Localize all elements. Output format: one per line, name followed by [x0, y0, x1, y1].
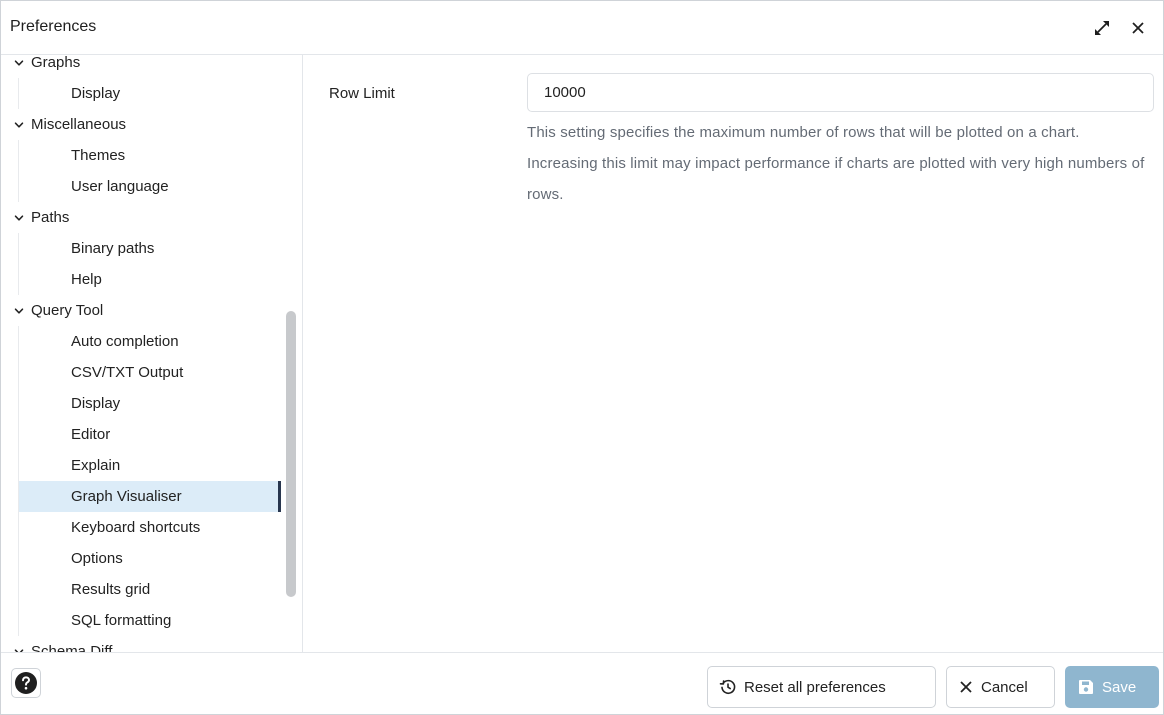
sidebar-item-10[interactable]: CSV/TXT Output [18, 357, 281, 388]
cancel-button-label: Cancel [981, 678, 1028, 696]
sidebar-group-5[interactable]: Paths [1, 202, 281, 233]
chevron-down-icon[interactable] [12, 109, 26, 140]
sidebar-item-4[interactable]: User language [18, 171, 281, 202]
sidebar-group-2[interactable]: Miscellaneous [1, 109, 281, 140]
sidebar-item-label: Keyboard shortcuts [71, 519, 201, 536]
sidebar-item-label: Help [71, 271, 102, 288]
preferences-dialog: Preferences Graphs Display Miscellaneous Th… [0, 0, 1164, 715]
sidebar-item-label: Binary paths [71, 240, 155, 257]
sidebar-group-19[interactable]: Schema Diff [1, 636, 281, 652]
close-button[interactable] [1125, 15, 1151, 41]
sidebar-scrollbar[interactable] [286, 311, 296, 597]
row-limit-label: Row Limit [329, 85, 395, 102]
cancel-button[interactable]: Cancel [946, 666, 1055, 708]
sidebar-item-15[interactable]: Keyboard shortcuts [18, 512, 281, 543]
row-limit-help-text: This setting specifies the maximum numbe… [527, 124, 1145, 203]
save-button-label: Save [1102, 678, 1137, 696]
reset-button-label: Reset all preferences [744, 678, 886, 696]
sidebar-item-label: Display [71, 395, 121, 412]
sidebar-item-label: Paths [31, 209, 70, 226]
chevron-down-icon[interactable] [12, 295, 26, 326]
sidebar-item-selected[interactable]: Graph Visualiser [18, 481, 281, 512]
help-button[interactable] [11, 668, 41, 698]
close-icon [1132, 22, 1144, 34]
sidebar-item-11[interactable]: Display [18, 388, 281, 419]
sidebar-item-label: Query Tool [31, 302, 104, 319]
dialog-footer: Reset all preferences Cancel Save [1, 652, 1163, 714]
sidebar-item-3[interactable]: Themes [18, 140, 281, 171]
sidebar-item-16[interactable]: Options [18, 543, 281, 574]
sidebar-item-label: Auto completion [71, 333, 179, 350]
sidebar-item-7[interactable]: Help [18, 264, 281, 295]
chevron-down-icon[interactable] [12, 55, 26, 78]
preferences-tree-panel: Graphs Display Miscellaneous Themes User lan… [1, 55, 303, 652]
sidebar-item-17[interactable]: Results grid [18, 574, 281, 605]
sidebar-item-label: Themes [71, 147, 126, 164]
sidebar-item-label: Options [71, 550, 123, 567]
sidebar-group-8[interactable]: Query Tool [1, 295, 281, 326]
close-icon [960, 681, 972, 693]
sidebar-item-label: CSV/TXT Output [71, 364, 184, 381]
sidebar-item-label: Schema Diff [31, 643, 113, 652]
sidebar-item-label: Editor [71, 426, 111, 443]
chevron-down-icon[interactable] [12, 636, 26, 652]
sidebar-item-label: Results grid [71, 581, 151, 598]
save-button[interactable]: Save [1065, 666, 1159, 708]
sidebar-item-label: User language [71, 178, 169, 195]
chevron-down-icon[interactable] [12, 202, 26, 233]
expand-icon [1095, 21, 1109, 35]
sidebar-item-12[interactable]: Editor [18, 419, 281, 450]
expand-button[interactable] [1089, 15, 1115, 41]
sidebar-item-13[interactable]: Explain [18, 450, 281, 481]
floppy-disk-icon [1079, 680, 1093, 694]
preferences-tree: Graphs Display Miscellaneous Themes User lan… [1, 55, 281, 652]
sidebar-item-label: Graph Visualiser [71, 488, 182, 505]
sidebar-item-18[interactable]: SQL formatting [18, 605, 281, 636]
row-limit-input[interactable] [527, 73, 1154, 112]
help-icon [15, 672, 37, 694]
sidebar-item-label: Miscellaneous [31, 116, 127, 133]
reset-all-preferences-button[interactable]: Reset all preferences [707, 666, 936, 708]
sidebar-group-0[interactable]: Graphs [1, 55, 281, 78]
dialog-title: Preferences [10, 18, 97, 35]
sidebar-item-label: SQL formatting [71, 612, 172, 629]
sidebar-item-label: Graphs [31, 55, 81, 71]
sidebar-item-label: Display [71, 85, 121, 102]
sidebar-item-1[interactable]: Display [18, 78, 281, 109]
dialog-titlebar: Preferences [1, 1, 1163, 55]
sidebar-item-6[interactable]: Binary paths [18, 233, 281, 264]
history-icon [719, 679, 736, 694]
preferences-content: Row Limit This setting specifies the max… [303, 55, 1163, 652]
sidebar-item-9[interactable]: Auto completion [18, 326, 281, 357]
sidebar-item-label: Explain [71, 457, 121, 474]
